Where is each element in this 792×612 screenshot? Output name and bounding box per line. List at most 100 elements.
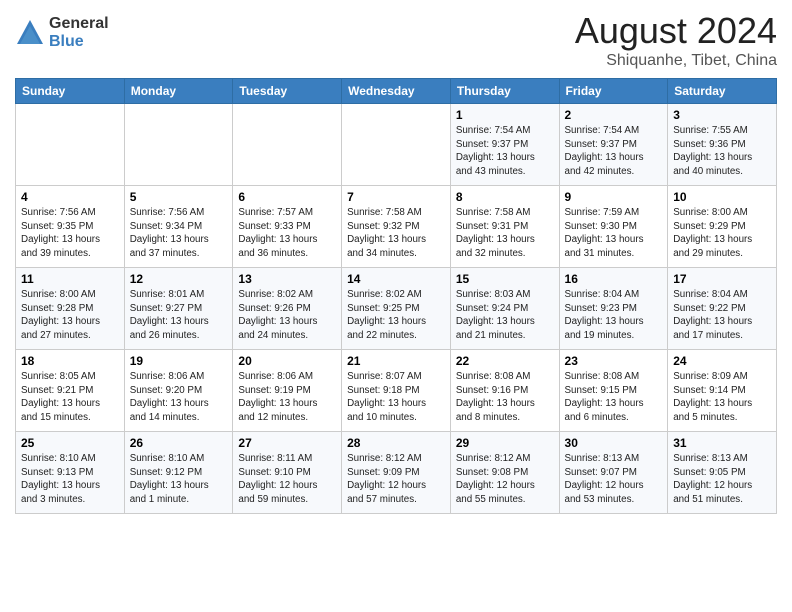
- day-number: 4: [21, 190, 119, 204]
- day-info: Sunrise: 8:09 AM Sunset: 9:14 PM Dayligh…: [673, 370, 771, 425]
- day-info: Sunrise: 7:56 AM Sunset: 9:35 PM Dayligh…: [21, 206, 119, 261]
- col-friday: Friday: [559, 79, 668, 104]
- day-info: Sunrise: 8:12 AM Sunset: 9:09 PM Dayligh…: [347, 452, 445, 507]
- calendar-cell: 21Sunrise: 8:07 AM Sunset: 9:18 PM Dayli…: [342, 350, 451, 432]
- logo-icon: [15, 18, 45, 48]
- col-tuesday: Tuesday: [233, 79, 342, 104]
- logo-blue-text: Blue: [49, 33, 109, 51]
- logo: General Blue: [15, 15, 109, 50]
- calendar-cell: [16, 104, 125, 186]
- header-row: Sunday Monday Tuesday Wednesday Thursday…: [16, 79, 777, 104]
- day-number: 29: [456, 436, 554, 450]
- calendar-cell: 11 Sunrise: 8:00 AM Sunset: 9:28 PM Dayli…: [16, 268, 125, 350]
- day-info: Sunrise: 8:08 AM Sunset: 9:16 PM Dayligh…: [456, 370, 554, 425]
- calendar-cell: 18 Sunrise: 8:05 AM Sunset: 9:21 PM Dayli…: [16, 350, 125, 432]
- col-wednesday: Wednesday: [342, 79, 451, 104]
- calendar-cell: 22 Sunrise: 8:08 AM Sunset: 9:16 PM Dayli…: [450, 350, 559, 432]
- day-info: Sunrise: 7:57 AM Sunset: 9:33 PM Dayligh…: [238, 206, 336, 261]
- calendar-week-5: 25Sunrise: 8:10 AM Sunset: 9:13 PM Dayli…: [16, 432, 777, 514]
- day-number: 5: [130, 190, 228, 204]
- calendar-cell: 19Sunrise: 8:06 AM Sunset: 9:20 PM Dayli…: [124, 350, 233, 432]
- calendar-cell: [124, 104, 233, 186]
- day-number: 7: [347, 190, 445, 204]
- calendar-cell: 31Sunrise: 8:13 AM Sunset: 9:05 PM Dayli…: [668, 432, 777, 514]
- day-info: Sunrise: 8:13 AM Sunset: 9:05 PM Dayligh…: [673, 452, 771, 507]
- day-number: 15: [456, 272, 554, 286]
- calendar-cell: 26Sunrise: 8:10 AM Sunset: 9:12 PM Dayli…: [124, 432, 233, 514]
- calendar-cell: 30 Sunrise: 8:13 AM Sunset: 9:07 PM Dayli…: [559, 432, 668, 514]
- calendar-subtitle: Shiquanhe, Tibet, China: [575, 52, 777, 70]
- day-info: Sunrise: 7:54 AM Sunset: 9:37 PM Dayligh…: [456, 124, 554, 179]
- day-number: 20: [238, 354, 336, 368]
- calendar-cell: 20 Sunrise: 8:06 AM Sunset: 9:19 PM Dayli…: [233, 350, 342, 432]
- calendar-cell: 12 Sunrise: 8:01 AM Sunset: 9:27 PM Dayli…: [124, 268, 233, 350]
- calendar-cell: 17 Sunrise: 8:04 AM Sunset: 9:22 PM Dayli…: [668, 268, 777, 350]
- calendar-table: Sunday Monday Tuesday Wednesday Thursday…: [15, 78, 777, 514]
- day-number: 13: [238, 272, 336, 286]
- day-number: 26: [130, 436, 228, 450]
- day-info: Sunrise: 8:10 AM Sunset: 9:13 PM Dayligh…: [21, 452, 119, 507]
- calendar-cell: 16 Sunrise: 8:04 AM Sunset: 9:23 PM Dayli…: [559, 268, 668, 350]
- col-saturday: Saturday: [668, 79, 777, 104]
- calendar-cell: 27Sunrise: 8:11 AM Sunset: 9:10 PM Dayli…: [233, 432, 342, 514]
- calendar-cell: 25Sunrise: 8:10 AM Sunset: 9:13 PM Dayli…: [16, 432, 125, 514]
- day-number: 22: [456, 354, 554, 368]
- calendar-title: August 2024: [575, 10, 777, 52]
- day-info: Sunrise: 7:58 AM Sunset: 9:32 PM Dayligh…: [347, 206, 445, 261]
- day-info: Sunrise: 7:58 AM Sunset: 9:31 PM Dayligh…: [456, 206, 554, 261]
- day-info: Sunrise: 8:13 AM Sunset: 9:07 PM Dayligh…: [565, 452, 663, 507]
- calendar-header: Sunday Monday Tuesday Wednesday Thursday…: [16, 79, 777, 104]
- calendar-cell: 28 Sunrise: 8:12 AM Sunset: 9:09 PM Dayli…: [342, 432, 451, 514]
- calendar-cell: 14Sunrise: 8:02 AM Sunset: 9:25 PM Dayli…: [342, 268, 451, 350]
- day-info: Sunrise: 8:11 AM Sunset: 9:10 PM Dayligh…: [238, 452, 336, 507]
- calendar-cell: 2 Sunrise: 7:54 AM Sunset: 9:37 PM Daylig…: [559, 104, 668, 186]
- col-monday: Monday: [124, 79, 233, 104]
- calendar-week-3: 11 Sunrise: 8:00 AM Sunset: 9:28 PM Dayli…: [16, 268, 777, 350]
- day-info: Sunrise: 8:04 AM Sunset: 9:23 PM Dayligh…: [565, 288, 663, 343]
- title-block: August 2024 Shiquanhe, Tibet, China: [575, 10, 777, 70]
- day-info: Sunrise: 8:00 AM Sunset: 9:29 PM Dayligh…: [673, 206, 771, 261]
- calendar-body: 1Sunrise: 7:54 AM Sunset: 9:37 PM Daylig…: [16, 104, 777, 514]
- day-number: 9: [565, 190, 663, 204]
- day-info: Sunrise: 8:06 AM Sunset: 9:19 PM Dayligh…: [238, 370, 336, 425]
- calendar-cell: 8 Sunrise: 7:58 AM Sunset: 9:31 PM Daylig…: [450, 186, 559, 268]
- day-number: 6: [238, 190, 336, 204]
- day-number: 18: [21, 354, 119, 368]
- day-number: 8: [456, 190, 554, 204]
- day-number: 21: [347, 354, 445, 368]
- day-number: 16: [565, 272, 663, 286]
- calendar-cell: 29 Sunrise: 8:12 AM Sunset: 9:08 PM Dayli…: [450, 432, 559, 514]
- day-number: 12: [130, 272, 228, 286]
- calendar-cell: 10 Sunrise: 8:00 AM Sunset: 9:29 PM Dayli…: [668, 186, 777, 268]
- col-thursday: Thursday: [450, 79, 559, 104]
- day-number: 3: [673, 108, 771, 122]
- calendar-cell: [233, 104, 342, 186]
- day-number: 11: [21, 272, 119, 286]
- day-info: Sunrise: 8:08 AM Sunset: 9:15 PM Dayligh…: [565, 370, 663, 425]
- calendar-cell: 13 Sunrise: 8:02 AM Sunset: 9:26 PM Dayli…: [233, 268, 342, 350]
- day-number: 2: [565, 108, 663, 122]
- logo-text: General Blue: [49, 15, 109, 50]
- day-info: Sunrise: 7:55 AM Sunset: 9:36 PM Dayligh…: [673, 124, 771, 179]
- day-number: 17: [673, 272, 771, 286]
- calendar-cell: 5Sunrise: 7:56 AM Sunset: 9:34 PM Daylig…: [124, 186, 233, 268]
- day-number: 30: [565, 436, 663, 450]
- calendar-cell: 24 Sunrise: 8:09 AM Sunset: 9:14 PM Dayli…: [668, 350, 777, 432]
- calendar-cell: 23Sunrise: 8:08 AM Sunset: 9:15 PM Dayli…: [559, 350, 668, 432]
- day-info: Sunrise: 8:02 AM Sunset: 9:25 PM Dayligh…: [347, 288, 445, 343]
- day-info: Sunrise: 8:01 AM Sunset: 9:27 PM Dayligh…: [130, 288, 228, 343]
- calendar-cell: 3 Sunrise: 7:55 AM Sunset: 9:36 PM Daylig…: [668, 104, 777, 186]
- day-info: Sunrise: 8:03 AM Sunset: 9:24 PM Dayligh…: [456, 288, 554, 343]
- logo-general-text: General: [49, 15, 109, 33]
- day-number: 24: [673, 354, 771, 368]
- day-info: Sunrise: 8:02 AM Sunset: 9:26 PM Dayligh…: [238, 288, 336, 343]
- day-info: Sunrise: 8:05 AM Sunset: 9:21 PM Dayligh…: [21, 370, 119, 425]
- day-number: 10: [673, 190, 771, 204]
- day-info: Sunrise: 8:00 AM Sunset: 9:28 PM Dayligh…: [21, 288, 119, 343]
- day-number: 28: [347, 436, 445, 450]
- calendar-cell: [342, 104, 451, 186]
- day-info: Sunrise: 8:04 AM Sunset: 9:22 PM Dayligh…: [673, 288, 771, 343]
- day-info: Sunrise: 7:54 AM Sunset: 9:37 PM Dayligh…: [565, 124, 663, 179]
- day-info: Sunrise: 8:12 AM Sunset: 9:08 PM Dayligh…: [456, 452, 554, 507]
- calendar-cell: 1Sunrise: 7:54 AM Sunset: 9:37 PM Daylig…: [450, 104, 559, 186]
